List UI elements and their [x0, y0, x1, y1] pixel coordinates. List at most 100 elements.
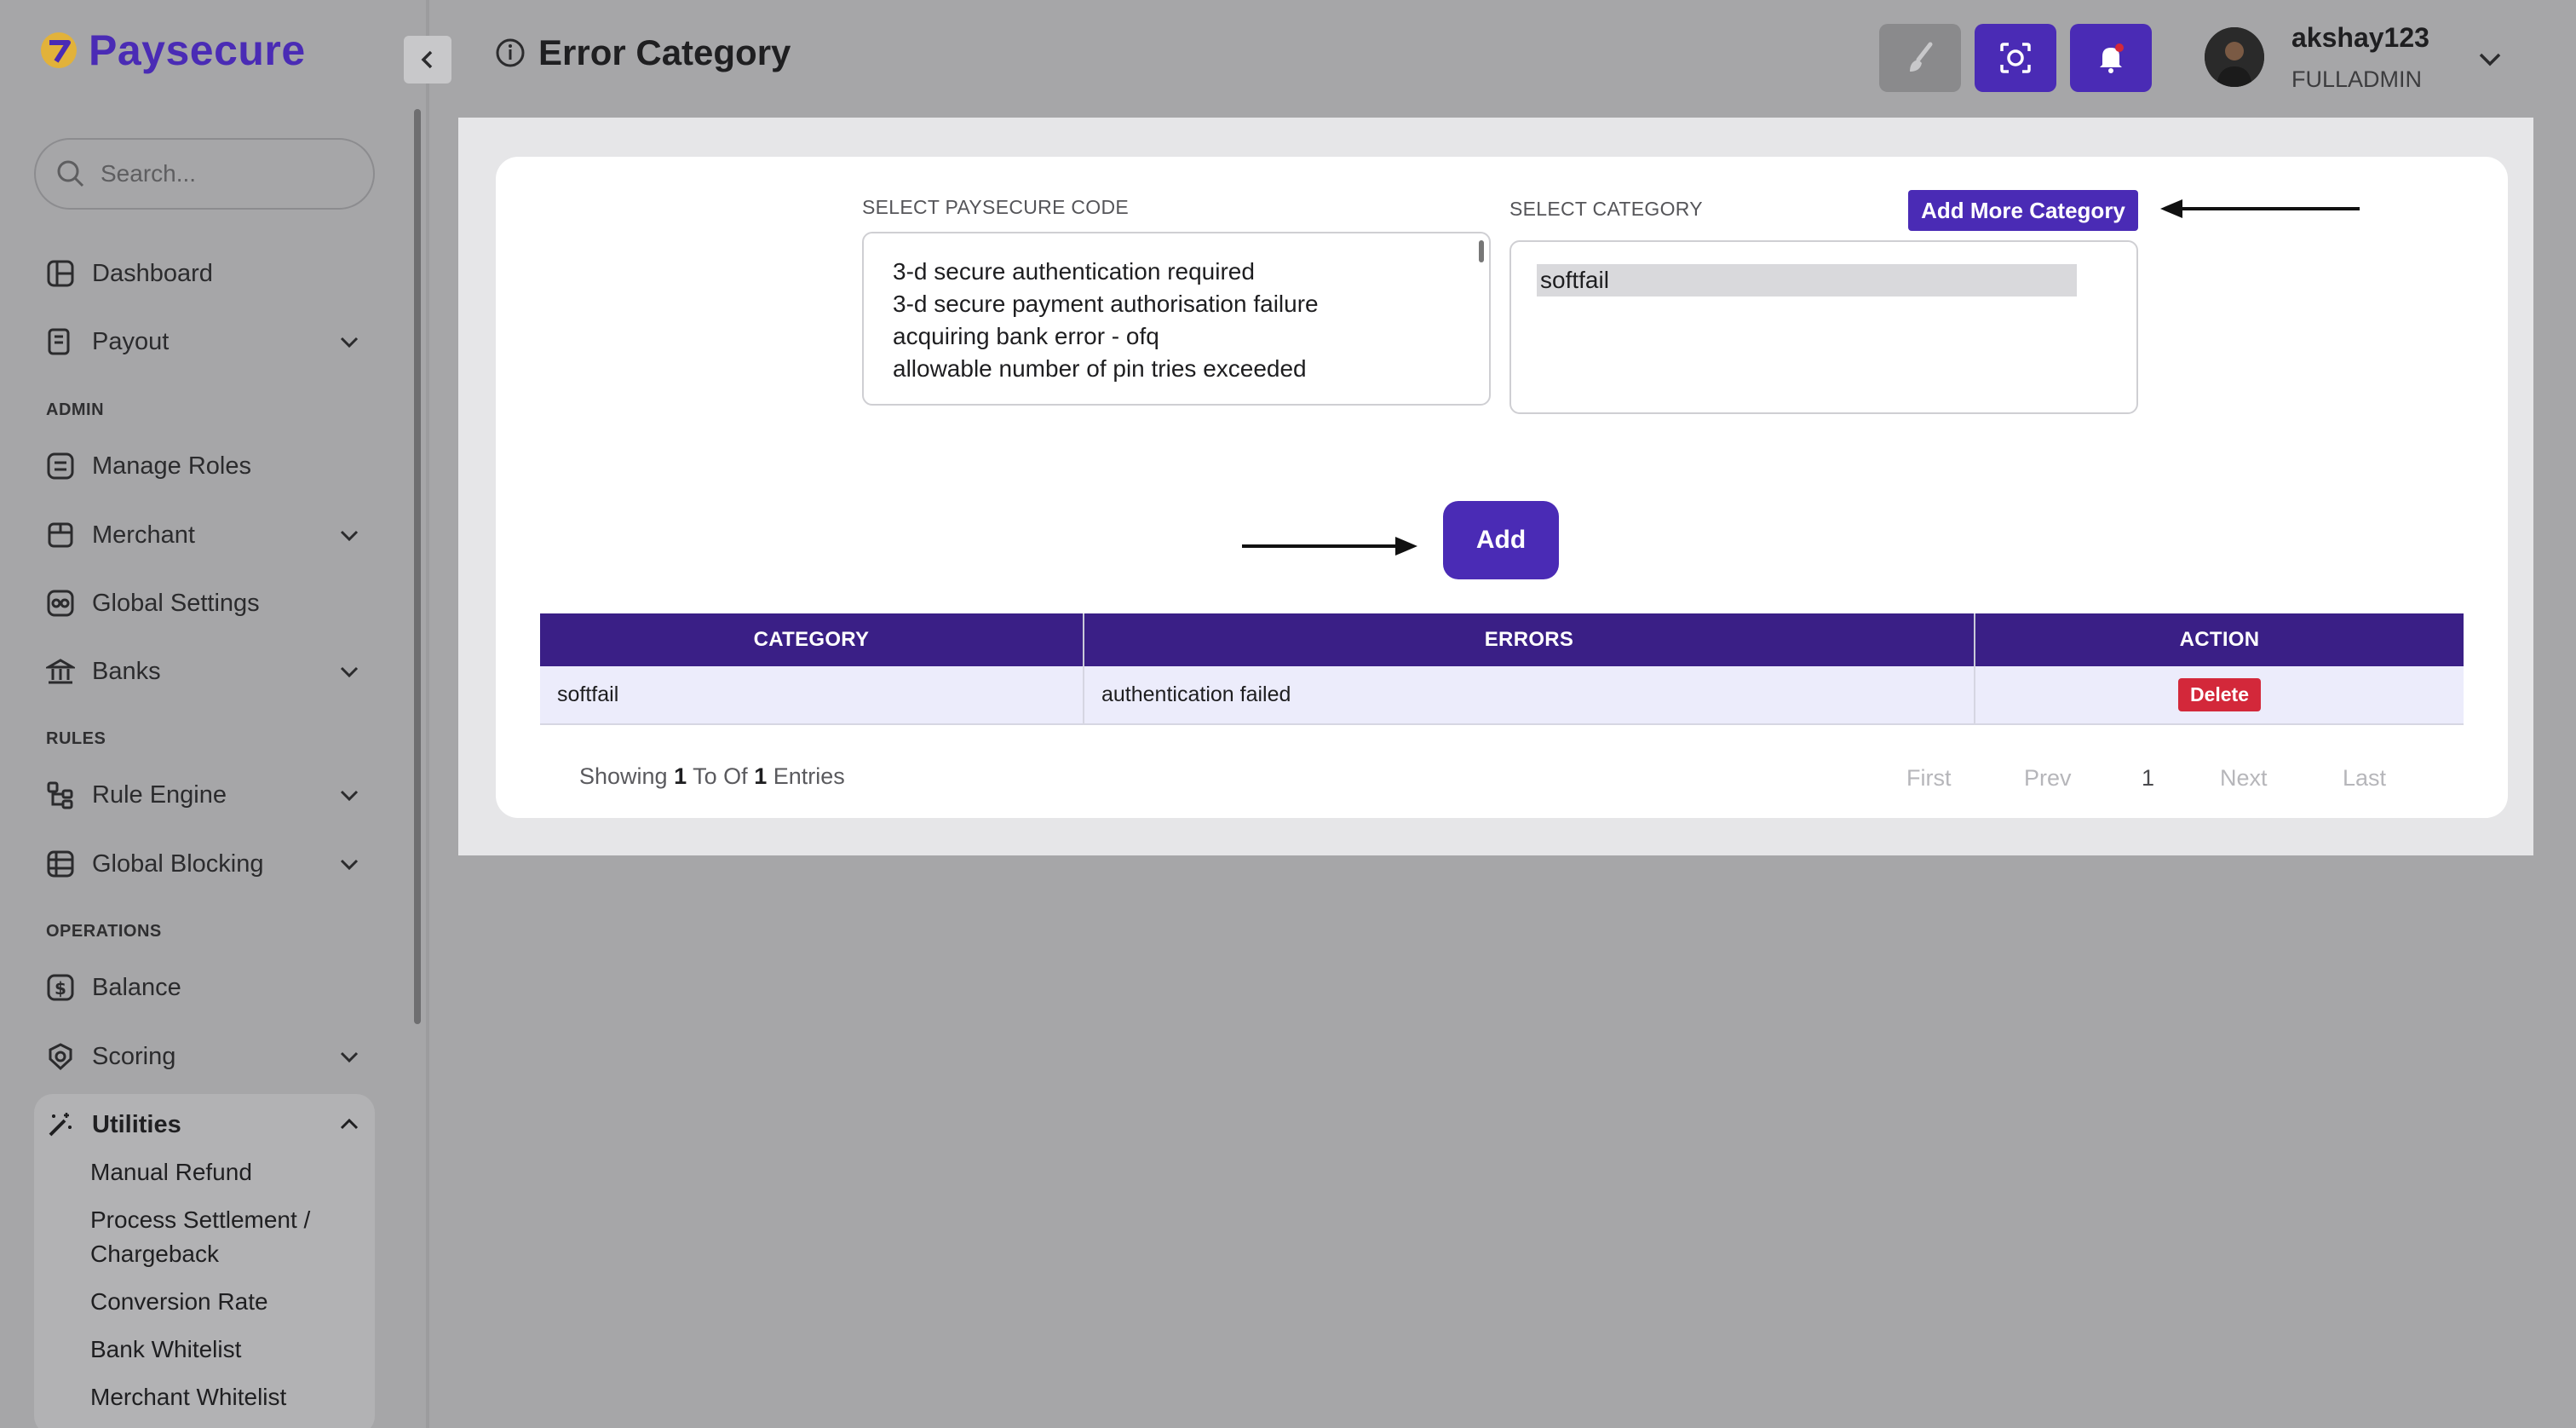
list-item[interactable]: 3-d secure payment authorisation failure — [864, 288, 1489, 320]
pagination-first[interactable]: First — [1906, 765, 1951, 792]
screenshot-button[interactable] — [1975, 24, 2056, 92]
brush-icon — [1910, 42, 1933, 72]
column-header-action: ACTION — [1975, 613, 2464, 666]
search-input[interactable] — [101, 160, 356, 187]
chevron-up-icon — [340, 1118, 359, 1130]
list-item[interactable]: 3-d secure authentication required — [864, 256, 1489, 288]
sidebar-scrollbar[interactable] — [414, 109, 421, 1024]
sidebar-subitem-bank-whitelist[interactable]: Bank Whitelist — [90, 1333, 241, 1367]
paysecure-code-listbox[interactable]: 3-d secure authentication required 3-d s… — [862, 232, 1491, 406]
payout-icon — [48, 328, 70, 355]
dashboard-icon — [47, 260, 74, 287]
sidebar-subitem-conversion-rate[interactable]: Conversion Rate — [90, 1285, 268, 1319]
sidebar-item-global-blocking[interactable]: Global Blocking — [46, 840, 361, 888]
sidebar: Paysecure Dashboard Payout ADMIN Manage … — [0, 0, 426, 1428]
chevron-left-icon — [421, 50, 433, 69]
sidebar-item-label: Banks — [92, 657, 161, 685]
scoring-icon — [49, 1043, 72, 1071]
sidebar-item-label: Global Settings — [92, 589, 260, 617]
chevron-down-icon — [340, 1051, 359, 1063]
dollar-icon: $ — [47, 974, 74, 1001]
sidebar-item-label: Balance — [92, 973, 181, 1001]
search-box[interactable] — [34, 138, 375, 210]
list-item[interactable]: acquiring bank error - ofq — [864, 320, 1489, 353]
store-icon — [48, 522, 73, 548]
sidebar-item-manage-roles[interactable]: Manage Roles — [46, 442, 361, 490]
info-icon[interactable] — [494, 37, 526, 69]
sidebar-item-balance[interactable]: $ Balance — [46, 964, 361, 1011]
column-header-category: CATEGORY — [540, 613, 1084, 666]
chevron-down-icon — [340, 859, 359, 871]
sidebar-item-label: Manage Roles — [92, 452, 251, 480]
showing-from: 1 — [674, 763, 687, 789]
avatar[interactable] — [2205, 27, 2264, 87]
page-title: Error Category — [538, 32, 791, 72]
sidebar-divider — [426, 0, 429, 1428]
arrow-left-icon — [2160, 199, 2360, 218]
arrow-right-icon — [1242, 537, 1417, 556]
cell-action: Delete — [1975, 666, 2464, 725]
paysecure-logo-icon — [41, 32, 77, 68]
rule-engine-icon — [47, 781, 73, 809]
category-listbox[interactable]: softfail — [1509, 240, 2138, 414]
bank-icon — [46, 659, 75, 684]
cell-errors: authentication failed — [1084, 666, 1975, 725]
sidebar-subitem-process-settlement[interactable]: Process Settlement / — [90, 1203, 310, 1237]
sidebar-item-global-settings[interactable]: Global Settings — [46, 579, 361, 627]
pagination-last[interactable]: Last — [2343, 765, 2386, 792]
search-icon — [57, 160, 84, 187]
showing-entries: Entries — [773, 763, 845, 789]
sidebar-item-rule-engine[interactable]: Rule Engine — [46, 771, 361, 819]
showing-to-of: To Of — [693, 763, 748, 789]
pagination-next[interactable]: Next — [2220, 765, 2268, 792]
table-row: softfail authentication failed Delete — [540, 666, 2464, 725]
paysecure-code-label: SELECT PAYSECURE CODE — [862, 196, 1130, 218]
pagination-current-page[interactable]: 1 — [2142, 765, 2154, 792]
column-header-errors: ERRORS — [1084, 613, 1975, 666]
svg-text:$: $ — [55, 978, 66, 999]
sidebar-item-label: Rule Engine — [92, 780, 227, 809]
showing-total: 1 — [754, 763, 768, 789]
settings-icon — [47, 590, 74, 617]
cell-category: softfail — [540, 666, 1084, 725]
sidebar-item-utilities[interactable]: Utilities — [46, 1101, 361, 1149]
pagination-prev[interactable]: Prev — [2024, 765, 2072, 792]
user-menu-chevron-icon[interactable] — [2475, 44, 2504, 73]
sidebar-subitem-merchant-whitelist[interactable]: Merchant Whitelist — [90, 1380, 286, 1414]
notifications-button[interactable] — [2070, 24, 2152, 92]
sidebar-item-dashboard[interactable]: Dashboard — [46, 250, 361, 297]
chevron-down-icon — [340, 790, 359, 802]
sidebar-item-label: Scoring — [92, 1042, 176, 1070]
add-more-category-button[interactable]: Add More Category — [1908, 190, 2138, 231]
section-label-operations: OPERATIONS — [46, 922, 162, 941]
sidebar-collapse-button[interactable] — [404, 36, 451, 83]
user-avatar-icon — [2205, 27, 2264, 87]
sidebar-item-label: Dashboard — [92, 259, 213, 287]
delete-button[interactable]: Delete — [2177, 678, 2262, 711]
list-item-selected[interactable]: softfail — [1537, 264, 2077, 297]
list-item[interactable]: allowable number of pin tries exceeded — [864, 353, 1489, 385]
sidebar-item-banks[interactable]: Banks — [46, 648, 361, 695]
sidebar-item-label: Global Blocking — [92, 849, 264, 878]
section-label-admin: ADMIN — [46, 400, 105, 419]
category-label: SELECT CATEGORY — [1509, 198, 1703, 220]
brand-logo[interactable]: Paysecure — [39, 26, 306, 75]
sidebar-subitem-chargeback[interactable]: Chargeback — [90, 1237, 219, 1271]
showing-prefix: Showing — [579, 763, 668, 789]
sidebar-item-merchant[interactable]: Merchant — [46, 511, 361, 559]
add-button[interactable]: Add — [1443, 501, 1559, 579]
chevron-down-icon — [340, 530, 359, 542]
grid-block-icon — [47, 850, 74, 878]
brand-name: Paysecure — [89, 26, 306, 74]
sidebar-item-label: Payout — [92, 327, 170, 355]
clear-cache-button[interactable] — [1879, 24, 1961, 92]
listbox-scrollbar[interactable] — [1479, 240, 1484, 262]
chevron-down-icon — [340, 666, 359, 678]
user-name: akshay123 — [2291, 22, 2429, 53]
chevron-down-icon — [340, 337, 359, 348]
error-category-table: CATEGORY ERRORS ACTION softfail authenti… — [540, 613, 2464, 725]
sidebar-subitem-manual-refund[interactable]: Manual Refund — [90, 1155, 252, 1189]
sidebar-item-payout[interactable]: Payout — [46, 318, 361, 366]
section-label-rules: RULES — [46, 729, 106, 748]
sidebar-item-scoring[interactable]: Scoring — [46, 1033, 361, 1080]
